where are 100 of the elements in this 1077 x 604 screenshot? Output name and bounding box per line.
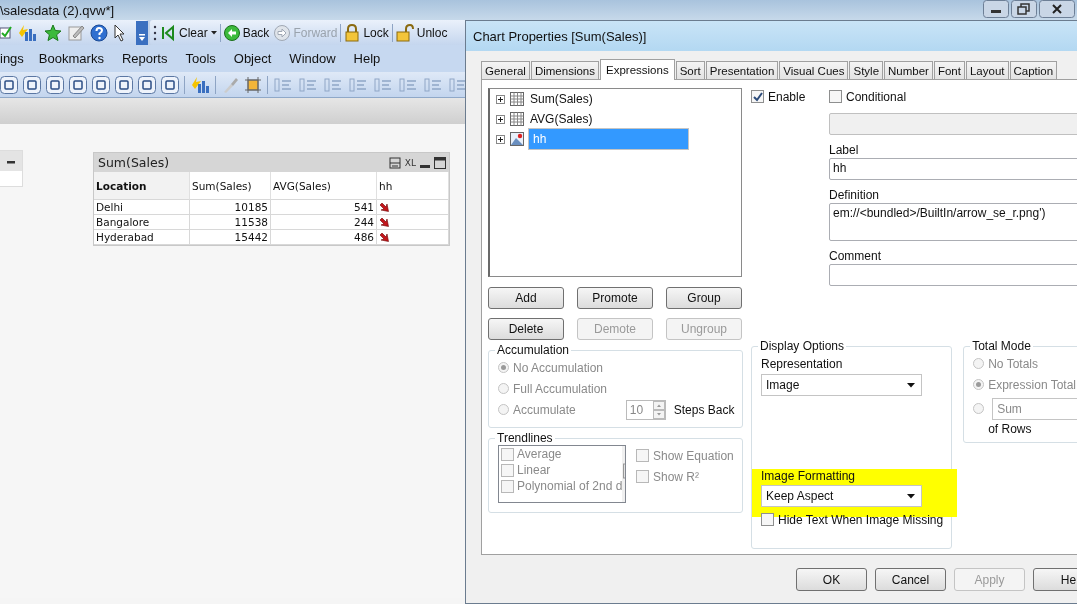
group-title: Total Mode	[971, 339, 1032, 353]
menu-item[interactable]: Object	[233, 51, 282, 66]
expression-item[interactable]: Sum(Sales)	[528, 90, 595, 108]
tool-icon[interactable]	[46, 75, 64, 94]
spin-arrows-icon[interactable]	[652, 400, 665, 419]
column-header[interactable]: AVG(Sales)	[271, 172, 377, 200]
maximize-icon[interactable]	[434, 156, 446, 169]
restore-icon[interactable]	[1011, 0, 1037, 18]
option-label: Full Accumulation	[513, 381, 608, 396]
option-label: No Totals	[988, 356, 1038, 371]
align-icon[interactable]	[448, 75, 468, 94]
chart-icon[interactable]	[190, 75, 210, 94]
toolbar-button[interactable]: Lock	[342, 21, 391, 44]
menu-item[interactable]: Tools	[185, 51, 226, 66]
action-button[interactable]: Group	[666, 287, 742, 309]
option-label: of Rows	[987, 422, 1033, 436]
menu-item[interactable]: Window	[289, 51, 346, 66]
unlock-icon	[395, 23, 414, 42]
dropdown[interactable]: Image	[761, 374, 922, 396]
tool-icon[interactable]	[138, 75, 156, 94]
chart-icon[interactable]	[17, 23, 39, 42]
action-button[interactable]: Delete	[488, 318, 564, 340]
input-field[interactable]	[829, 264, 1077, 286]
dialog-button[interactable]: OK	[796, 568, 867, 591]
column-header[interactable]: Location	[94, 172, 190, 200]
option-label: Accumulate	[513, 402, 576, 417]
steps-label: Steps Back	[673, 402, 735, 417]
option-label: Show R²	[653, 469, 699, 484]
checkbox[interactable]	[761, 513, 774, 526]
tool-icon[interactable]	[23, 75, 41, 94]
expand-icon[interactable]	[496, 134, 505, 144]
option-label: Expression Total	[988, 377, 1076, 392]
table-cell: Delhi	[94, 200, 190, 215]
print-icon[interactable]	[388, 156, 401, 169]
overflow-menu-icon[interactable]	[136, 20, 148, 45]
dialog-button[interactable]: Cancel	[875, 568, 946, 591]
star-icon[interactable]	[44, 23, 62, 42]
tab[interactable]: Number	[884, 61, 933, 79]
resize-icon[interactable]	[244, 75, 262, 94]
table-cell: 486	[271, 230, 377, 245]
expand-icon[interactable]	[496, 94, 505, 104]
table-icon	[510, 92, 524, 106]
tool-icon[interactable]	[0, 75, 18, 94]
menu-item[interactable]: Bookmarks	[38, 51, 114, 66]
trendline-option: Linear	[517, 463, 551, 477]
action-button[interactable]: Promote	[577, 287, 653, 309]
checkbox-icon[interactable]	[0, 24, 12, 41]
toolbar-button[interactable]: Back	[221, 21, 272, 44]
table-title: Sum(Sales)	[98, 155, 171, 170]
tab[interactable]: Style	[849, 61, 884, 79]
field-label: Representation	[761, 359, 844, 370]
trendline-option: Polynomial of 2nd d	[517, 479, 623, 493]
clear-button[interactable]: Clear	[158, 21, 219, 44]
tool-icon[interactable]	[69, 75, 87, 94]
menu-item[interactable]: Reports	[121, 51, 178, 66]
field-label: Definition	[829, 190, 881, 201]
menu-item[interactable]: ings	[0, 51, 34, 66]
menu-item[interactable]: Help	[353, 51, 391, 66]
check-icon	[752, 91, 763, 102]
column-header[interactable]: hh	[377, 172, 449, 200]
option-label: Enable	[768, 89, 806, 104]
tool-icon[interactable]	[92, 75, 110, 94]
field-label: Image Formatting	[761, 471, 857, 482]
action-button[interactable]: Add	[488, 287, 564, 309]
table-cell: 244	[271, 215, 377, 230]
input-field[interactable]	[829, 113, 1077, 135]
option-label: Show Equation	[653, 448, 734, 463]
table-cell: Hyderabad	[94, 230, 190, 245]
input-field[interactable]: em://<bundled>/BuiltIn/arrow_se_r.png')	[829, 203, 1077, 241]
option-label: Conditional	[846, 89, 907, 104]
tab[interactable]: Visual Cues	[779, 61, 849, 79]
tab[interactable]: Expressions	[600, 59, 675, 80]
table-cell: 11538	[190, 215, 271, 230]
tab[interactable]: General	[481, 61, 530, 79]
checkbox[interactable]	[829, 90, 842, 103]
expression-item[interactable]: AVG(Sales)	[528, 110, 595, 128]
tab[interactable]: Font	[933, 61, 965, 79]
tab[interactable]: Caption	[1009, 61, 1058, 79]
help-icon[interactable]	[90, 23, 108, 42]
tab[interactable]: Dimensions	[530, 61, 599, 79]
checkbox[interactable]	[751, 90, 764, 103]
grip-icon	[153, 23, 157, 42]
close-icon[interactable]	[1039, 0, 1075, 18]
dialog-button[interactable]: He	[1033, 568, 1077, 591]
dropdown[interactable]: Keep Aspect	[761, 485, 922, 507]
minimize-icon[interactable]	[983, 0, 1009, 18]
column-header[interactable]: Sum(Sales)	[190, 172, 271, 200]
input-field[interactable]: hh	[829, 158, 1077, 180]
tool-icon[interactable]	[161, 75, 179, 94]
window-title: \salesdata (2).qvw*]	[0, 2, 115, 18]
export-excel-button[interactable]: XL	[404, 157, 416, 168]
expand-icon[interactable]	[496, 114, 505, 124]
tab[interactable]: Layout	[965, 61, 1009, 79]
edit-icon[interactable]	[67, 23, 85, 42]
tab[interactable]: Sort	[675, 61, 705, 79]
caret-icon	[210, 30, 217, 35]
tab[interactable]: Presentation	[705, 61, 779, 79]
tool-icon[interactable]	[115, 75, 133, 94]
toolbar-button[interactable]: Unloc	[393, 21, 450, 44]
caret-icon	[907, 493, 915, 499]
